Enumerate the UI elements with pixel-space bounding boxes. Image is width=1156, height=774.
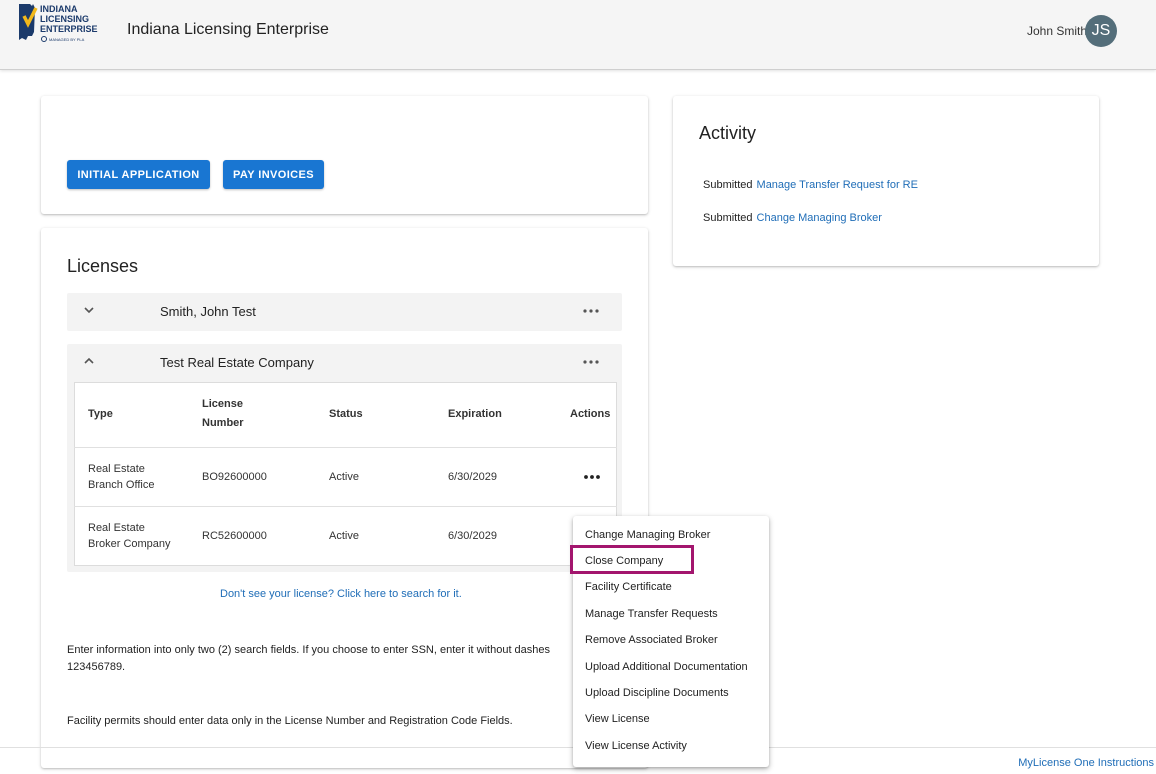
- col-header-type: Type: [88, 408, 113, 420]
- license-group-header[interactable]: Smith, John Test: [67, 293, 622, 331]
- cell-type-line2: Broker Company: [88, 538, 171, 550]
- more-options-icon[interactable]: [581, 354, 601, 370]
- chevron-up-icon: [84, 357, 94, 364]
- cell-type-line2: Branch Office: [88, 479, 155, 491]
- search-license-link[interactable]: Don't see your license? Click here to se…: [220, 588, 462, 600]
- col-header-status: Status: [329, 408, 363, 420]
- row-actions-menu: Change Managing Broker Close Company Fac…: [573, 516, 769, 767]
- activity-status: Submitted: [703, 212, 753, 224]
- row-actions-icon[interactable]: [582, 469, 602, 485]
- col-header-license-number-line1: License: [202, 398, 243, 410]
- col-header-license-number-line2: Number: [202, 417, 244, 429]
- chevron-down-icon: [84, 307, 94, 314]
- license-group-name: Test Real Estate Company: [160, 355, 314, 370]
- activity-item: Submitted Change Managing Broker: [703, 212, 882, 224]
- cell-type-line1: Real Estate: [88, 463, 145, 475]
- menu-item-view-license-activity[interactable]: View License Activity: [585, 740, 687, 752]
- logo-text-2: LICENSING: [40, 14, 89, 24]
- menu-item-close-company[interactable]: Close Company: [585, 555, 663, 567]
- activity-link[interactable]: Manage Transfer Request for RE: [757, 179, 918, 191]
- menu-item-view-license[interactable]: View License: [585, 713, 650, 725]
- cell-expiration: 6/30/2029: [448, 530, 497, 542]
- cell-license-number: BO92600000: [202, 471, 267, 483]
- cell-expiration: 6/30/2029: [448, 471, 497, 483]
- activity-title: Activity: [699, 123, 757, 143]
- licenses-title: Licenses: [67, 256, 139, 276]
- table-divider: [74, 506, 617, 507]
- user-avatar[interactable]: JS: [1085, 15, 1117, 47]
- activity-item: Submitted Manage Transfer Request for RE: [703, 179, 918, 191]
- activity-status: Submitted: [703, 179, 753, 191]
- facility-permits-note: Facility permits should enter data only …: [67, 715, 513, 727]
- app-header: INDIANA LICENSING ENTERPRISE MANAGED BY …: [0, 0, 1156, 70]
- menu-item-change-managing-broker[interactable]: Change Managing Broker: [585, 529, 710, 541]
- search-instructions-line1: Enter information into only two (2) sear…: [67, 644, 551, 656]
- menu-item-upload-discipline-documents[interactable]: Upload Discipline Documents: [585, 687, 729, 699]
- menu-item-facility-certificate[interactable]: Facility Certificate: [585, 581, 672, 593]
- license-group-name: Smith, John Test: [160, 304, 256, 319]
- logo-text-1: INDIANA: [40, 4, 78, 14]
- menu-item-remove-associated-broker[interactable]: Remove Associated Broker: [585, 634, 718, 646]
- initial-application-button[interactable]: INITIAL APPLICATION: [67, 160, 210, 189]
- cell-type-line1: Real Estate: [88, 522, 145, 534]
- col-header-expiration: Expiration: [448, 408, 502, 420]
- user-name[interactable]: John Smith: [1027, 24, 1087, 38]
- menu-item-upload-additional-documentation[interactable]: Upload Additional Documentation: [585, 661, 748, 673]
- col-header-actions: Actions: [570, 408, 611, 420]
- instructions-link[interactable]: MyLicense One Instructions: [1018, 757, 1154, 769]
- cell-status: Active: [329, 530, 359, 542]
- search-instructions-line2: 123456789.: [67, 661, 126, 673]
- table-divider: [74, 447, 617, 448]
- menu-item-manage-transfer-requests[interactable]: Manage Transfer Requests: [585, 608, 718, 620]
- app-title: Indiana Licensing Enterprise: [127, 21, 329, 38]
- actions-card: [41, 96, 648, 214]
- license-group-smith: Smith, John Test: [67, 293, 622, 331]
- activity-link[interactable]: Change Managing Broker: [757, 212, 882, 224]
- logo-text-3: ENTERPRISE: [40, 24, 98, 34]
- logo-text-4: MANAGED BY PLA: [49, 37, 85, 42]
- license-group-header[interactable]: Test Real Estate Company: [67, 344, 622, 382]
- pay-invoices-button[interactable]: PAY INVOICES: [223, 160, 324, 189]
- more-options-icon[interactable]: [581, 303, 601, 319]
- cell-license-number: RC52600000: [202, 530, 267, 542]
- cell-status: Active: [329, 471, 359, 483]
- indiana-licensing-logo[interactable]: INDIANA LICENSING ENTERPRISE MANAGED BY …: [16, 2, 112, 46]
